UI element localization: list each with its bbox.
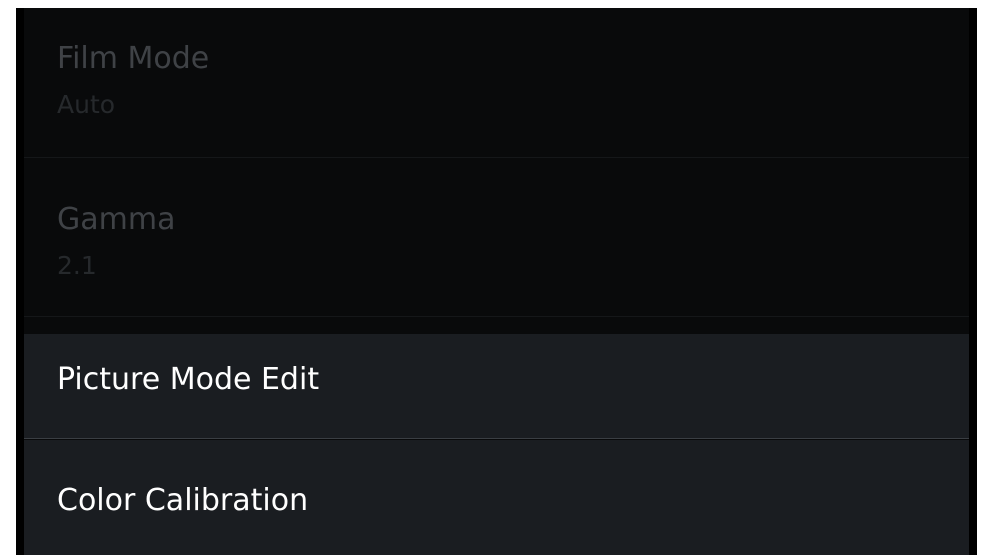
menu-item-label: Color Calibration <box>57 483 309 518</box>
menu-item-value: Auto <box>57 90 116 119</box>
menu-item-picture-mode-edit[interactable]: Picture Mode Edit <box>24 334 969 439</box>
menu-item-value: 2.1 <box>57 251 97 280</box>
menu-item-label: Gamma <box>57 202 176 237</box>
picture-settings-menu: Film Mode Auto Gamma 2.1 Picture Mode Ed… <box>24 8 969 555</box>
menu-item-gamma: Gamma 2.1 <box>24 159 969 317</box>
menu-item-color-calibration[interactable]: Color Calibration <box>24 440 969 555</box>
screen-frame: Film Mode Auto Gamma 2.1 Picture Mode Ed… <box>16 8 977 555</box>
menu-item-label: Picture Mode Edit <box>57 362 320 397</box>
menu-item-film-mode: Film Mode Auto <box>24 8 969 158</box>
menu-item-label: Film Mode <box>57 41 210 76</box>
